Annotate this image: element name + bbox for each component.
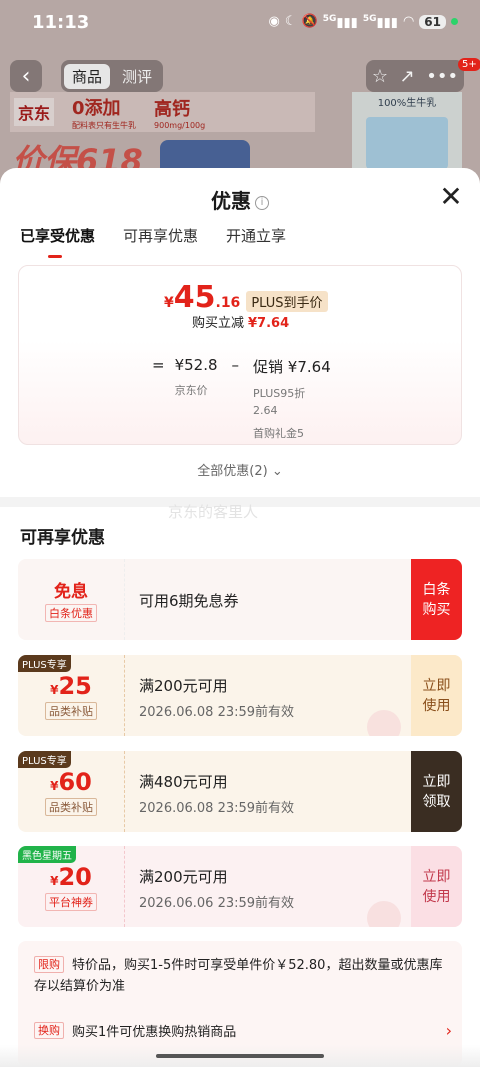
use-now-button[interactable]: 立即 使用 <box>411 655 462 736</box>
nav-actions: ☆ ↗ ••• <box>366 60 464 92</box>
tab-review[interactable]: 测评 <box>114 64 160 89</box>
banner-tag-2: 高钙 900mg/100g <box>154 98 206 130</box>
home-indicator[interactable] <box>156 1054 324 1058</box>
share-icon[interactable]: ↗ <box>400 66 415 87</box>
more-icon[interactable]: ••• <box>426 66 458 87</box>
coupon-info: 满480元可用 2026.06.08 23:59前有效 <box>139 773 295 816</box>
banner-tag-1: 0添加 配料表只有生牛乳 <box>72 97 137 130</box>
message-badge: 5+ <box>458 58 480 71</box>
baitiao-buy-button[interactable]: 白条 购买 <box>411 559 462 640</box>
coupon-20[interactable]: 黑色星期五 ¥20 平台神券 满200元可用 2026.06.06 23:59前… <box>18 846 462 927</box>
privacy-dot-icon <box>451 18 458 26</box>
close-icon: ✕ <box>439 180 463 213</box>
location-icon: ◉ <box>268 14 280 30</box>
mute-icon: 🔕 <box>301 14 318 30</box>
jd-logo: 京东 <box>14 98 55 126</box>
note-exchange[interactable]: 换购 购买1件可优惠换购热销商品 › <box>34 1021 452 1040</box>
status-icons: ◉ ☾ 🔕 5G▮▮▮ 5G▮▮▮ ◠ 61 <box>269 14 458 30</box>
coupon-corner-tag: PLUS专享 <box>18 655 71 672</box>
signal-icon: 5G▮▮▮ <box>322 13 358 31</box>
close-button[interactable]: ✕ <box>436 183 466 213</box>
star-icon[interactable]: ☆ <box>372 66 388 87</box>
coupon-corner-tag: PLUS专享 <box>18 751 71 768</box>
coupon-left: PLUS专享 ¥60 品类补贴 <box>18 751 125 832</box>
tab-activate[interactable]: 开通立享 <box>226 225 286 258</box>
discount-tabs: 已享受优惠 可再享优惠 开通立享 <box>20 225 286 258</box>
product-tabs: 商品 测评 <box>61 60 164 92</box>
coupon-info: 满200元可用 2026.06.06 23:59前有效 <box>125 846 411 927</box>
note-purchase-limit: 限购 特价品，购买1-5件时可享受单件价￥52.80，超出数量或优惠库存以结算价为… <box>34 956 443 994</box>
price-calculation: = ¥52.8 京东价 – 促销 ¥7.64 PLUS95折 2.64 首购礼金… <box>152 356 331 440</box>
milk-label: 100%生牛乳 <box>377 98 437 109</box>
moon-icon: ☾ <box>284 14 297 30</box>
plus-price-badge: PLUS到手价 <box>246 291 328 312</box>
instant-discount: 购买立减 ¥7.64 <box>192 316 290 331</box>
final-price: ¥ 45 .16 PLUS到手价 <box>164 280 328 315</box>
coupon-25[interactable]: PLUS专享 ¥25 品类补贴 满200元可用 2026.06.08 23:59… <box>18 655 462 736</box>
discount-sheet: 优惠 i ✕ 已享受优惠 可再享优惠 开通立享 ¥ 45 .16 PLUS到手价 … <box>0 168 480 1067</box>
milk-carton <box>366 117 448 169</box>
product-banner: 京东 0添加 配料表只有生牛乳 高钙 900mg/100g <box>10 92 315 132</box>
coupon-60[interactable]: PLUS专享 ¥60 品类补贴 满480元可用 2026.06.08 23:59… <box>18 751 462 832</box>
coupon-left: 黑色星期五 ¥20 平台神券 <box>18 846 125 927</box>
status-bar: 11:13 ◉ ☾ 🔕 5G▮▮▮ 5G▮▮▮ ◠ 61 <box>0 0 480 44</box>
tab-available[interactable]: 可再享优惠 <box>123 225 198 258</box>
coupon-corner-tag: 黑色星期五 <box>18 846 76 863</box>
tab-enjoyed[interactable]: 已享受优惠 <box>20 225 95 258</box>
signal-icon-2: 5G▮▮▮ <box>362 13 398 31</box>
base-price: ¥52.8 京东价 <box>174 356 218 397</box>
coupon-info: 可用6期免息券 <box>139 592 239 610</box>
tab-product[interactable]: 商品 <box>64 63 111 89</box>
coupon-left: PLUS专享 ¥25 品类补贴 <box>18 655 125 736</box>
coupon-interest-free[interactable]: 免息 白条优惠 可用6期免息券 白条 购买 <box>18 559 462 640</box>
all-discounts-link[interactable]: 全部优惠(2) ⌄ <box>0 460 480 479</box>
stamp-icon <box>367 710 401 736</box>
coupon-info: 满200元可用 2026.06.08 23:59前有效 <box>125 655 411 736</box>
info-icon[interactable]: i <box>255 196 269 210</box>
battery-icon: 61 <box>419 14 446 29</box>
price-breakdown-card: ¥ 45 .16 PLUS到手价 购买立减 ¥7.64 = ¥52.8 京东价 –… <box>18 265 462 445</box>
stamp-icon <box>367 901 401 927</box>
chevron-left-icon: ‹ <box>21 63 31 89</box>
section-title: 可再享优惠 <box>20 528 105 548</box>
sheet-title: 优惠 i <box>0 185 480 214</box>
use-now-button[interactable]: 立即 使用 <box>411 846 462 927</box>
promo-detail: 促销 ¥7.64 PLUS95折 2.64 首购礼金5 <box>253 358 331 440</box>
watermark: 京东的客里人 <box>168 503 259 521</box>
back-button[interactable]: ‹ <box>10 60 42 92</box>
status-time: 11:13 <box>32 11 90 33</box>
claim-now-button[interactable]: 立即 领取 <box>411 751 462 832</box>
chevron-down-icon: ⌄ <box>271 464 283 479</box>
wifi-icon: ◠ <box>402 14 415 30</box>
coupon-left: 免息 白条优惠 <box>18 559 125 640</box>
chevron-right-icon: › <box>445 1021 452 1040</box>
